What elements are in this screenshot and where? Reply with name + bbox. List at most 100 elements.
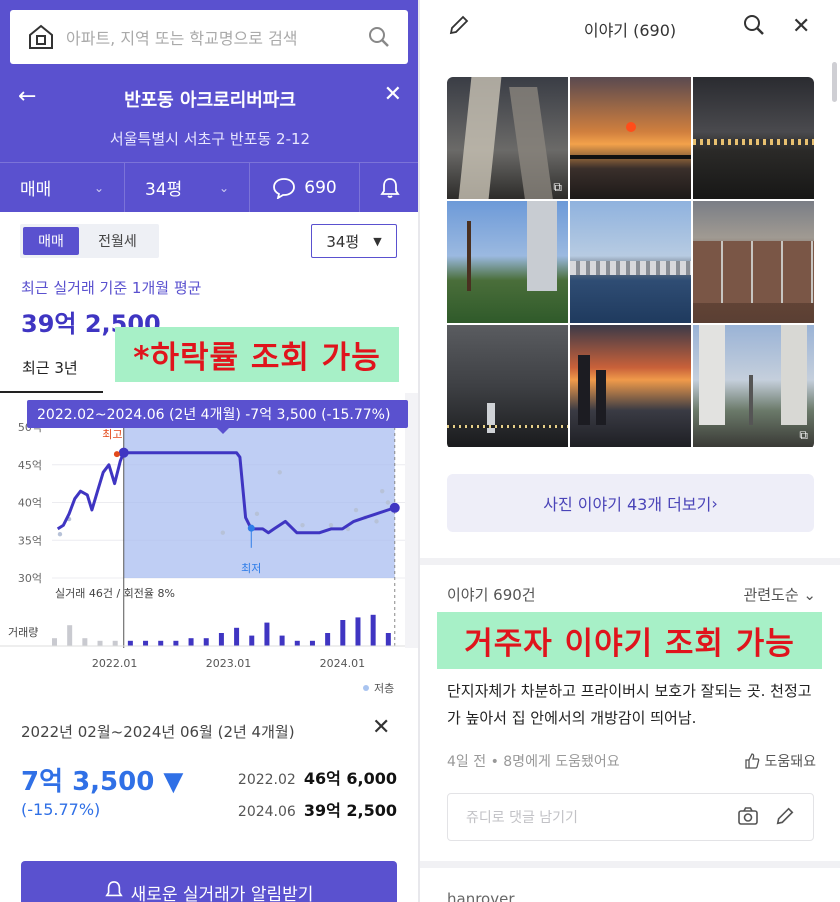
deal-segment: 매매 전월세 bbox=[20, 224, 159, 258]
y-tick-label: 35억 bbox=[18, 534, 42, 547]
legend-low: 저층 bbox=[374, 682, 394, 695]
camera-icon[interactable] bbox=[737, 806, 759, 826]
helpful-button[interactable]: 도움돼요 bbox=[744, 751, 816, 771]
search-icon[interactable] bbox=[368, 26, 390, 48]
to-price: 39억 2,500 bbox=[303, 801, 397, 820]
close-icon[interactable]: ✕ bbox=[792, 14, 810, 39]
max-marker bbox=[113, 451, 120, 458]
from-price-row: 2022.02 46억 6,000 bbox=[238, 765, 397, 789]
range-tooltip: 2022.02~2024.06 (2년 4개월) -7억 3,500 (-15.… bbox=[27, 400, 408, 434]
volume-bar bbox=[279, 635, 285, 646]
bridge-shape bbox=[570, 155, 691, 159]
next-story-user[interactable]: hanrover bbox=[447, 890, 515, 902]
size-dropdown[interactable]: 34평 ⌄ bbox=[125, 163, 250, 212]
scatter-point bbox=[380, 488, 385, 494]
volume-bar bbox=[340, 620, 346, 646]
building-shape bbox=[527, 201, 557, 291]
chevron-down-icon: ⌄ bbox=[218, 180, 229, 195]
multi-photo-icon: ⧉ bbox=[799, 428, 808, 442]
more-photos-button[interactable]: 사진 이야기 43개 더보기 › bbox=[447, 474, 814, 532]
size-select[interactable]: 34평 ▼ bbox=[311, 224, 397, 258]
photo-thumb[interactable] bbox=[447, 201, 568, 323]
y-tick-label: 45억 bbox=[18, 459, 42, 472]
y-tick-label: 40억 bbox=[18, 497, 42, 510]
deal-type-label: 매매 bbox=[20, 180, 52, 200]
tree-shape bbox=[467, 221, 471, 291]
building-shape bbox=[578, 355, 590, 425]
stories-header: 이야기 (690) ✕ bbox=[420, 0, 840, 55]
thumbs-up-icon bbox=[745, 753, 760, 769]
volume-bar bbox=[203, 638, 209, 646]
scatter-point bbox=[254, 511, 260, 517]
volume-bar bbox=[370, 614, 376, 646]
search-bar[interactable]: 아파트, 지역 또는 학교명으로 검색 bbox=[10, 10, 408, 64]
range-end-point bbox=[389, 502, 400, 513]
sun-shape bbox=[626, 122, 636, 132]
volume-bar bbox=[309, 640, 315, 646]
price-change-pct: (-15.77%) bbox=[21, 800, 101, 819]
overlay-banner-right: 거주자 이야기 조회 가능 bbox=[437, 612, 822, 669]
search-icon[interactable] bbox=[743, 14, 765, 36]
volume-bar bbox=[82, 638, 88, 646]
info-range: 2022년 02월~2024년 06월 (2년 4개월) bbox=[21, 723, 295, 741]
photo-thumb[interactable] bbox=[570, 325, 691, 447]
sort-dropdown[interactable]: 관련도순 ⌄ bbox=[743, 584, 816, 605]
volume-bar bbox=[112, 640, 118, 646]
story-text: 단지자체가 차분하고 프라이버시 보호가 잘되는 곳. 천정고가 높아서 집 안… bbox=[447, 682, 812, 727]
close-icon[interactable]: ✕ bbox=[372, 715, 390, 740]
city-lights-shape bbox=[693, 139, 814, 145]
range-start-point bbox=[118, 447, 129, 458]
scatter-point bbox=[57, 532, 63, 537]
segment-rent[interactable]: 전월세 bbox=[79, 227, 156, 255]
scatter-point bbox=[353, 507, 359, 513]
fence-shape bbox=[693, 241, 814, 303]
volume-label: 거래량 bbox=[8, 626, 38, 639]
photo-grid: ⧉ ⧉ bbox=[447, 77, 814, 449]
tooltip-arrow bbox=[217, 428, 229, 434]
helpful-label: 도움돼요 bbox=[764, 754, 816, 770]
alert-button[interactable]: 새로운 실거래가 알림받기 bbox=[21, 861, 397, 902]
deal-type-dropdown[interactable]: 매매 ⌄ bbox=[0, 163, 125, 212]
chevron-right-icon: › bbox=[711, 493, 718, 513]
price-chart[interactable]: 50억45억40억35억30억최고최저실거래 46건 / 회전율 8%거래량20… bbox=[0, 393, 420, 697]
photo-thumb[interactable] bbox=[693, 77, 814, 199]
city-lights-shape bbox=[447, 425, 568, 428]
photo-thumb[interactable] bbox=[693, 201, 814, 323]
building-shape bbox=[781, 325, 807, 425]
selected-range bbox=[123, 427, 395, 578]
segment-sale[interactable]: 매매 bbox=[23, 227, 79, 255]
bell-button[interactable] bbox=[360, 163, 420, 212]
close-icon[interactable]: ✕ bbox=[384, 82, 402, 107]
scrollbar[interactable] bbox=[832, 62, 837, 102]
building-shape bbox=[458, 77, 502, 199]
comment-input[interactable]: 쥬디로 댓글 남기기 bbox=[447, 793, 814, 841]
photo-thumb[interactable] bbox=[570, 201, 691, 323]
price-change: 7억 3,500 ▼ bbox=[21, 767, 184, 797]
scatter-point bbox=[374, 519, 379, 524]
bell-icon bbox=[380, 177, 400, 198]
home-icon[interactable] bbox=[26, 22, 56, 52]
summary-label: 최근 실거래 기준 1개월 평균 bbox=[21, 279, 202, 297]
story-count: 이야기 690건 bbox=[447, 586, 536, 604]
chevron-down-icon: ⌄ bbox=[803, 586, 816, 604]
tab-recent-3y[interactable]: 최근 3년 bbox=[0, 345, 103, 393]
search-input[interactable]: 아파트, 지역 또는 학교명으로 검색 bbox=[66, 25, 368, 49]
pencil-icon[interactable] bbox=[775, 806, 795, 826]
speech-bubble-icon bbox=[273, 177, 296, 199]
photo-thumb[interactable] bbox=[570, 77, 691, 199]
story-meta: 4일 전 • 8명에게 도움됐어요 bbox=[447, 754, 620, 770]
photo-thumb[interactable]: ⧉ bbox=[693, 325, 814, 447]
y-tick-label: 30억 bbox=[18, 572, 42, 585]
volume-bar bbox=[127, 640, 133, 646]
photo-thumb[interactable]: ⧉ bbox=[447, 77, 568, 199]
photo-thumb[interactable] bbox=[447, 325, 568, 447]
volume-bar bbox=[143, 640, 149, 646]
size-select-label: 34평 bbox=[326, 232, 360, 251]
comments-tab[interactable]: 690 bbox=[250, 163, 360, 212]
section-separator bbox=[420, 861, 840, 868]
volume-bar bbox=[158, 640, 164, 646]
caret-down-icon: ▼ bbox=[373, 234, 382, 248]
scatter-point bbox=[328, 522, 334, 528]
legend-dot bbox=[363, 685, 369, 691]
left-panel: 아파트, 지역 또는 학교명으로 검색 ← 반포동 아크로리버파크 ✕ 서울특별… bbox=[0, 0, 420, 902]
